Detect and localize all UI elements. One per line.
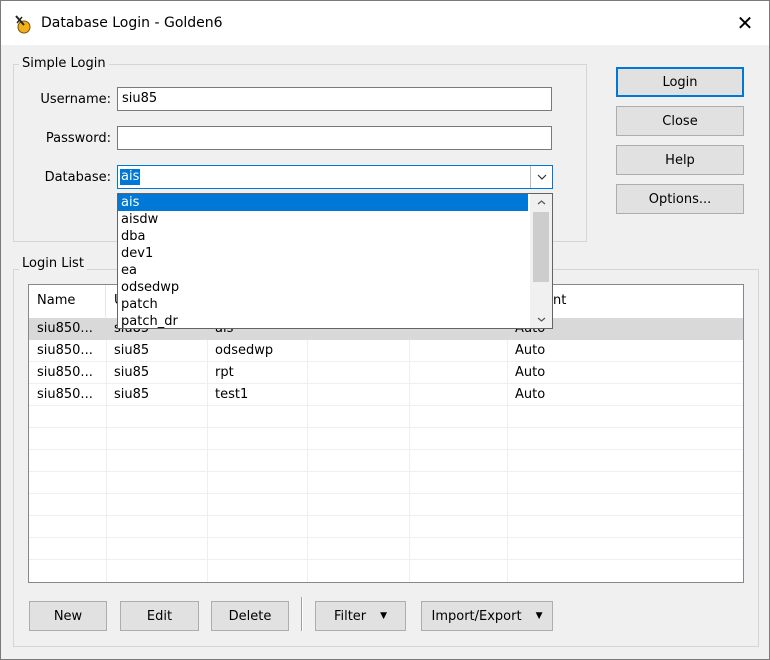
filter-button-label: Filter: [333, 608, 367, 624]
import-export-button-label: Import/Export: [431, 608, 522, 624]
password-field[interactable]: [117, 126, 552, 150]
title-bar: Database Login - Golden6 ✕: [1, 1, 769, 45]
column-header-name[interactable]: Name: [29, 285, 106, 317]
delete-button-label: Delete: [228, 608, 272, 624]
new-button[interactable]: New: [29, 601, 107, 631]
cell-database: rpt: [215, 365, 234, 380]
dropdown-arrow-icon: ▼: [380, 611, 388, 621]
dropdown-scrollbar[interactable]: [530, 194, 552, 328]
dropdown-option[interactable]: aisdw: [118, 211, 528, 228]
gridline: [29, 515, 743, 516]
close-button[interactable]: Close: [616, 106, 744, 136]
gridline: [29, 559, 743, 560]
scrollbar-thumb[interactable]: [533, 212, 549, 282]
help-button[interactable]: Help: [616, 145, 744, 175]
options-button[interactable]: Options...: [616, 184, 744, 214]
simple-login-label: Simple Login: [19, 56, 109, 71]
scroll-up-icon[interactable]: [530, 194, 552, 211]
cell-mode: Auto: [515, 387, 546, 402]
import-export-button[interactable]: Import/Export ▼: [421, 601, 553, 631]
table-row[interactable]: siu850... siu85 test1 Auto: [29, 384, 743, 406]
dropdown-option[interactable]: ais: [118, 194, 528, 211]
gridline: [29, 493, 743, 494]
chevron-down-icon[interactable]: [530, 166, 552, 188]
cell-name: siu850...: [37, 387, 93, 402]
database-dropdown-list[interactable]: ais aisdw dba dev1 ea odsedwp patch patc…: [117, 193, 553, 329]
cell-user: siu85: [114, 387, 150, 402]
dropdown-option[interactable]: dba: [118, 228, 528, 245]
dropdown-option[interactable]: patch: [118, 296, 528, 313]
login-button[interactable]: Login: [616, 67, 744, 97]
close-button-label: Close: [662, 113, 698, 129]
edit-button-label: Edit: [146, 608, 173, 624]
gridline: [29, 449, 743, 450]
cell-name: siu850...: [37, 343, 93, 358]
cell-name: siu850...: [37, 321, 93, 336]
username-label: Username:: [40, 92, 111, 107]
cell-user: siu85: [114, 343, 150, 358]
dropdown-option[interactable]: patch_dr: [118, 313, 528, 330]
login-button-label: Login: [662, 74, 698, 90]
window-title: Database Login - Golden6: [41, 15, 223, 31]
scroll-down-icon[interactable]: [530, 311, 552, 328]
delete-button[interactable]: Delete: [211, 601, 289, 631]
table-row[interactable]: siu850... siu85 odsedwp Auto: [29, 340, 743, 362]
dropdown-option[interactable]: odsedwp: [118, 279, 528, 296]
button-separator: [301, 597, 303, 631]
cell-user: siu85: [114, 365, 150, 380]
gridline: [29, 537, 743, 538]
cell-mode: Auto: [515, 365, 546, 380]
gridline: [29, 427, 743, 428]
edit-button[interactable]: Edit: [120, 601, 199, 631]
dropdown-arrow-icon: ▼: [535, 611, 543, 621]
dropdown-option[interactable]: dev1: [118, 245, 528, 262]
password-label: Password:: [45, 131, 111, 146]
dropdown-option[interactable]: ea: [118, 262, 528, 279]
login-list-label: Login List: [19, 256, 87, 271]
database-combobox[interactable]: ais: [117, 165, 553, 189]
new-button-label: New: [53, 608, 83, 624]
cell-database: odsedwp: [215, 343, 274, 358]
database-label: Database:: [44, 170, 111, 185]
options-button-label: Options...: [648, 191, 712, 207]
app-logo-icon: [15, 15, 31, 34]
table-row[interactable]: siu850... siu85 rpt Auto: [29, 362, 743, 384]
help-button-label: Help: [665, 152, 695, 168]
cell-name: siu850...: [37, 365, 93, 380]
gridline: [29, 471, 743, 472]
username-field[interactable]: siu85: [117, 87, 552, 111]
filter-button[interactable]: Filter ▼: [315, 601, 406, 631]
close-window-icon[interactable]: ✕: [729, 7, 761, 39]
cell-database: test1: [215, 387, 249, 402]
cell-mode: Auto: [515, 343, 546, 358]
database-selected-value: ais: [120, 169, 141, 185]
database-login-dialog: Database Login - Golden6 ✕ Simple Login …: [0, 0, 770, 660]
